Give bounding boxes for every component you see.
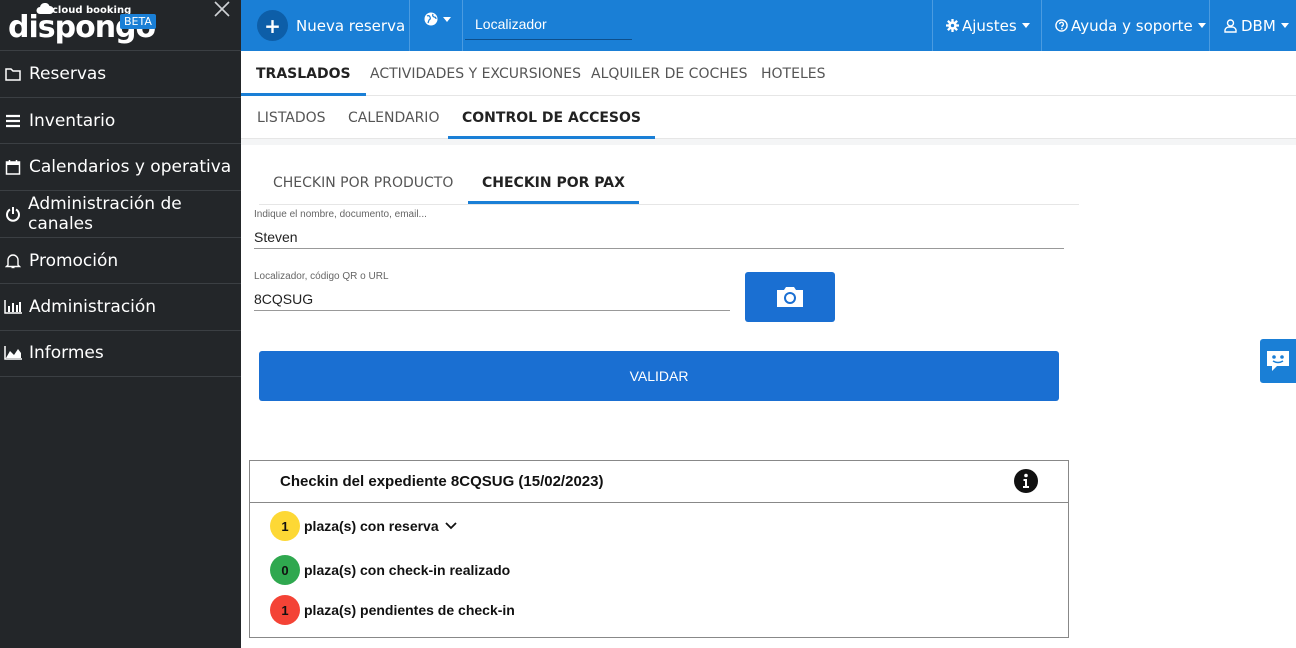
chat-widget-button[interactable] [1260,339,1296,383]
tab-calendario[interactable]: CALENDARIO [348,96,439,139]
tab-control-accesos[interactable]: CONTROL DE ACCESOS [448,96,655,139]
tab-checkin-pax[interactable]: CHECKIN POR PAX [468,162,639,204]
sidebar-item-label: Informes [29,343,104,364]
sidebar-item-reservas[interactable]: Reservas [0,50,241,97]
divider [932,0,933,51]
tab-alquiler-coches[interactable]: ALQUILER DE COCHES [591,51,748,96]
bar-chart-icon [3,298,23,316]
stat-reservations[interactable]: 1 plaza(s) con reserva [270,511,457,541]
sidebar-item-administracion[interactable]: Administración [0,283,241,330]
chat-icon [1267,351,1289,371]
main-tabs: TRASLADOS ACTIVIDADES Y EXCURSIONES ALQU… [241,51,1296,96]
language-dropdown[interactable] [424,12,451,26]
folder-icon [3,65,23,83]
stat-label: plaza(s) pendientes de check-in [304,602,515,618]
user-menu[interactable]: DBM [1224,0,1289,51]
checkin-panel: Checkin del expediente 8CQSUG (15/02/202… [249,460,1069,638]
sidebar-item-inventario[interactable]: Inventario [0,96,241,144]
sidebar-item-promocion[interactable]: Promoción [0,236,241,284]
settings-menu[interactable]: Ajustes [946,0,1030,51]
sidebar-item-calendarios[interactable]: Calendarios y operativa [0,143,241,190]
count-badge: 1 [270,511,300,541]
locator-input[interactable] [254,288,730,311]
camera-scan-button[interactable] [745,272,835,322]
close-icon[interactable] [211,0,233,22]
stat-pending: 1 plaza(s) pendientes de check-in [270,595,515,625]
name-field-label: Indique el nombre, documento, email... [254,209,427,220]
divider [1041,0,1042,51]
globe-icon [424,12,438,26]
checkin-title: Checkin del expediente 8CQSUG (15/02/202… [280,473,604,490]
area-chart-icon [3,344,23,362]
divider [241,139,1296,145]
tab-hoteles[interactable]: HOTELES [761,51,825,96]
sub-tabs: LISTADOS CALENDARIO CONTROL DE ACCESOS [241,96,1296,139]
sidebar-item-label: Administración de canales [28,193,182,234]
list-icon [3,112,23,130]
question-circle-icon [1055,19,1068,32]
new-booking-button[interactable]: + Nueva reserva [241,0,409,51]
help-label: Ayuda y soporte [1071,16,1193,35]
camera-icon [777,287,803,307]
plus-icon: + [257,10,288,41]
validate-button[interactable]: VALIDAR [259,351,1059,401]
tab-traslados[interactable]: TRASLADOS [241,51,366,96]
sidebar-item-label: Promoción [29,250,119,271]
stat-label: plaza(s) con reserva [304,518,439,534]
beta-badge: BETA [120,14,156,29]
count-badge: 0 [270,555,300,585]
name-search-input[interactable] [254,226,1064,249]
divider [1209,0,1210,51]
gear-icon [946,19,959,32]
sidebar-item-label: Reservas [29,63,107,84]
bell-icon [3,252,23,270]
power-icon [3,205,22,223]
user-label: DBM [1241,16,1276,35]
divider [462,0,463,51]
count-badge: 1 [270,595,300,625]
sidebar-nav: Reservas Inventario Calendarios y operat… [0,50,241,377]
new-booking-label: Nueva reserva [296,16,406,35]
tab-checkin-producto[interactable]: CHECKIN POR PRODUCTO [259,162,467,204]
locator-field-label: Localizador, código QR o URL [254,271,389,282]
sidebar-item-label: Inventario [29,110,116,131]
chevron-down-icon[interactable] [444,522,457,530]
help-menu[interactable]: Ayuda y soporte [1055,0,1206,51]
settings-label: Ajustes [962,16,1017,35]
brand-logo[interactable]: cloud booking dispongo BETA [0,0,241,50]
tab-listados[interactable]: LISTADOS [257,96,326,139]
info-icon[interactable] [1014,469,1038,493]
sidebar-item-label: Calendarios y operativa [29,157,232,178]
sidebar: cloud booking dispongo BETA Reservas Inv… [0,0,241,648]
stat-label: plaza(s) con check-in realizado [304,562,511,578]
checkin-tabs: CHECKIN POR PRODUCTO CHECKIN POR PAX [259,162,1079,205]
checkin-panel-header: Checkin del expediente 8CQSUG (15/02/202… [250,461,1068,503]
topbar: + Nueva reserva Localizador Ajustes Ayud… [241,0,1296,51]
stat-checked-in: 0 plaza(s) con check-in realizado [270,555,510,585]
calendar-icon [3,158,23,176]
user-icon [1224,18,1237,33]
sidebar-item-informes[interactable]: Informes [0,330,241,377]
sidebar-item-label: Administración [29,297,157,318]
locator-search-input[interactable]: Localizador [465,2,632,40]
sidebar-item-canales[interactable]: Administración de canales [0,190,241,237]
tab-actividades[interactable]: ACTIVIDADES Y EXCURSIONES [370,51,581,96]
divider [409,0,410,51]
